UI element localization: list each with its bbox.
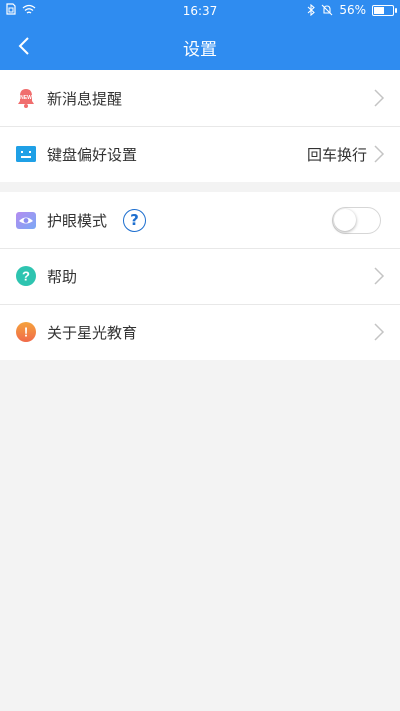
- info-icon: !: [15, 321, 37, 343]
- new-message-row[interactable]: NEW 新消息提醒: [0, 70, 400, 126]
- eye-icon: [15, 209, 37, 231]
- settings-group-2: 护眼模式 ? ? 帮助 ! 关于星光教育: [0, 192, 400, 360]
- battery-fill: [374, 6, 384, 14]
- chevron-right-icon: [374, 89, 385, 107]
- bluetooth-icon: [307, 4, 316, 16]
- eye-care-label: 护眼模式: [47, 211, 108, 230]
- chevron-right-icon: [374, 145, 385, 163]
- bell-badge-text: NEW: [20, 95, 32, 101]
- help-row[interactable]: ? 帮助: [0, 248, 400, 304]
- chevron-right-icon: [374, 267, 385, 285]
- battery-icon: [372, 4, 397, 16]
- page-title: 设置: [183, 40, 217, 60]
- keyboard-preference-label: 键盘偏好设置: [47, 145, 138, 164]
- eye-care-help-icon[interactable]: ?: [123, 208, 146, 232]
- eye-care-toggle[interactable]: [332, 206, 381, 234]
- battery-percent: 56%: [339, 3, 366, 17]
- bell-icon: NEW: [15, 87, 37, 109]
- header: 16:37 56% 设置: [0, 0, 400, 70]
- keyboard-preference-row[interactable]: 键盘偏好设置 回车换行: [0, 126, 400, 182]
- toggle-knob: [334, 208, 356, 231]
- eye-care-row: 护眼模式 ?: [0, 192, 400, 248]
- nav-bar: 设置: [0, 22, 400, 70]
- about-row[interactable]: ! 关于星光教育: [0, 304, 400, 360]
- new-message-label: 新消息提醒: [47, 89, 123, 108]
- keyboard-preference-value: 回车换行: [306, 145, 367, 164]
- settings-group-1: NEW 新消息提醒 键盘偏好设置 回车换行: [0, 70, 400, 182]
- help-icon-symbol: ?: [22, 269, 30, 284]
- about-label: 关于星光教育: [47, 323, 138, 342]
- eye-care-help-symbol: ?: [130, 211, 139, 229]
- question-icon: ?: [15, 265, 37, 287]
- chevron-right-icon: [374, 323, 385, 341]
- mute-icon: [321, 4, 333, 16]
- status-bar: 16:37 56%: [0, 0, 400, 22]
- help-label: 帮助: [47, 267, 78, 286]
- about-icon-symbol: !: [24, 325, 28, 340]
- keyboard-icon: [15, 143, 37, 165]
- status-right: 56%: [307, 3, 397, 17]
